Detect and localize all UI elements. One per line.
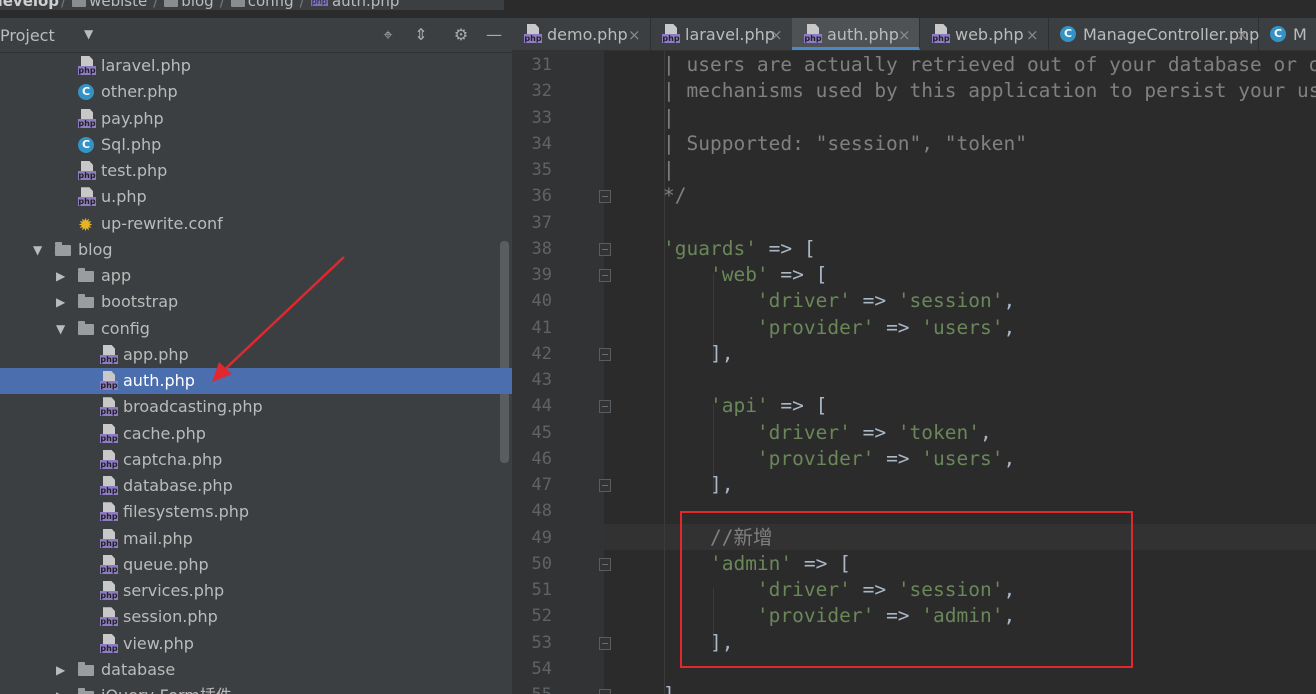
annotation-arrow	[212, 256, 345, 382]
